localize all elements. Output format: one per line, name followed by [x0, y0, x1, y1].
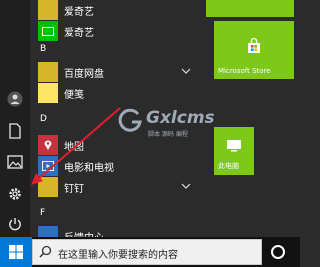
start-menu-rail [0, 0, 30, 237]
tiles-area: Microsoft Store 此电脑 [206, 0, 300, 237]
app-item-baidu-netdisk[interactable]: 百度网盘 [38, 62, 206, 82]
app-item-sticky-notes[interactable]: 便笺 [38, 83, 206, 103]
power-icon [9, 218, 21, 231]
search-icon [39, 245, 52, 258]
app-label: 反馈中心 [64, 229, 104, 237]
tile-this-pc[interactable]: 此电脑 [214, 127, 254, 175]
section-letter-b[interactable]: B [40, 44, 46, 54]
documents-button[interactable] [3, 119, 27, 143]
tile-label: 此电脑 [218, 162, 239, 170]
user-icon [7, 91, 23, 107]
cortana-icon[interactable] [270, 244, 286, 260]
app-item-iqiyi[interactable]: 爱奇艺 [38, 21, 206, 41]
tile-label: Microsoft Store [218, 67, 271, 75]
pictures-icon [7, 155, 23, 169]
app-label: 便笺 [64, 90, 84, 101]
taskbar: 在这里输入你要搜索的内容 [0, 237, 300, 267]
power-button[interactable] [3, 212, 27, 236]
taskbar-search-box[interactable]: 在这里输入你要搜索的内容 [32, 239, 262, 265]
movies-icon [38, 156, 58, 176]
iqiyi-icon [38, 21, 58, 41]
sticky-notes-icon [38, 83, 58, 103]
watermark-brand: Gxlcms [146, 108, 215, 128]
section-letter-f[interactable]: F [40, 208, 45, 218]
app-label: 钉钉 [64, 184, 84, 195]
app-item-iqiyi-folder[interactable]: 爱奇艺 [38, 0, 206, 20]
app-label: 爱奇艺 [64, 7, 94, 18]
chevron-down-icon [181, 68, 191, 74]
user-account-button[interactable] [3, 87, 27, 111]
search-placeholder: 在这里输入你要搜索的内容 [58, 250, 178, 261]
tile-partial[interactable] [206, 0, 294, 17]
app-label: 百度网盘 [64, 69, 104, 80]
settings-icon [9, 188, 21, 200]
settings-button[interactable] [3, 182, 27, 206]
maps-icon [38, 135, 58, 155]
app-item-maps[interactable]: 地图 [38, 135, 206, 155]
watermark-subtitle: 脚本 源码 编程 [148, 131, 188, 138]
app-label: 爱奇艺 [64, 28, 94, 39]
watermark-logo-icon [118, 108, 142, 132]
app-item-dingtalk[interactable]: 钉钉 [38, 177, 206, 197]
app-label: 地图 [64, 142, 84, 153]
store-icon [248, 37, 260, 53]
feedback-hub-icon [38, 226, 58, 237]
start-button[interactable] [0, 237, 32, 267]
chevron-down-icon [181, 183, 191, 189]
this-pc-icon [227, 140, 241, 152]
app-label: 电影和电视 [64, 163, 114, 174]
documents-icon [9, 123, 21, 139]
section-letter-d[interactable]: D [40, 114, 47, 124]
tile-microsoft-store[interactable]: Microsoft Store [214, 21, 294, 79]
folder-icon [38, 177, 58, 197]
folder-icon [38, 62, 58, 82]
pictures-button[interactable] [3, 150, 27, 174]
app-item-movies-tv[interactable]: 电影和电视 [38, 156, 206, 176]
app-item-feedback-hub[interactable]: 反馈中心 [38, 226, 206, 237]
folder-icon [38, 0, 58, 20]
windows-logo-icon [9, 245, 23, 259]
